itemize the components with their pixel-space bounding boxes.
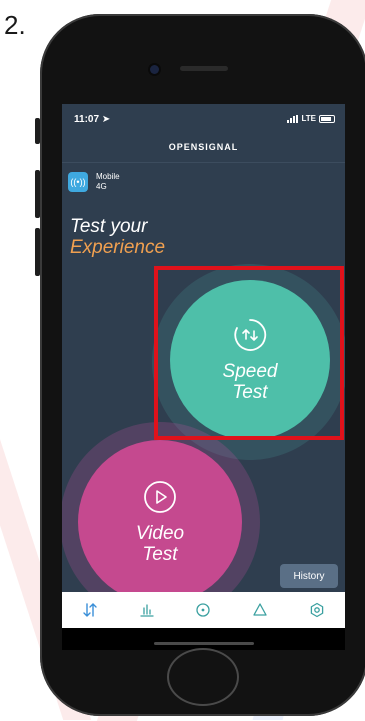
- status-time: 11:07 ➤: [74, 114, 110, 125]
- network-generation: 4G: [96, 182, 107, 191]
- settings-icon: [310, 602, 323, 618]
- status-time-text: 11:07: [74, 114, 100, 125]
- play-icon: [144, 481, 176, 513]
- home-indicator: [154, 642, 254, 645]
- step-label: 2.: [4, 10, 26, 40]
- tab-alerts[interactable]: [245, 595, 275, 625]
- home-button[interactable]: [167, 648, 239, 706]
- speed-test-highlight-box: [154, 266, 344, 440]
- network-type: LTE: [301, 114, 316, 123]
- bottom-bezel: [62, 628, 345, 650]
- status-bar: 11:07 ➤ LTE: [62, 104, 345, 134]
- video-test-label: Video Test: [136, 523, 184, 565]
- network-text: Mobile 4G: [96, 172, 120, 192]
- tab-speed[interactable]: [75, 595, 105, 625]
- video-test-button[interactable]: Video Test: [78, 440, 242, 604]
- network-mode: Mobile: [96, 172, 120, 181]
- headline-accent: Experience: [70, 237, 166, 258]
- video-test-label-line1: Video: [135, 523, 185, 544]
- headline-line1: Test your: [70, 216, 148, 237]
- signal-bars-icon: [287, 114, 299, 123]
- triangle-icon: [253, 603, 267, 616]
- tab-settings[interactable]: [302, 595, 332, 625]
- video-test-label-line2: Test: [142, 544, 178, 565]
- location-arrow-icon: ➤: [101, 114, 111, 125]
- app-logo: OPENSIGNAL: [168, 142, 239, 152]
- headline: Test your Experience: [70, 216, 165, 258]
- header-divider: [62, 162, 345, 163]
- status-indicators: LTE: [287, 114, 335, 123]
- earpiece-speaker: [180, 66, 228, 71]
- history-button[interactable]: History: [280, 564, 338, 588]
- tab-coverage[interactable]: [188, 595, 218, 625]
- bar-chart-icon: [140, 604, 154, 617]
- speed-arrows-icon: [83, 603, 97, 617]
- tab-bar: [62, 592, 345, 628]
- tab-stats[interactable]: [132, 595, 162, 625]
- map-pin-icon: [196, 603, 211, 617]
- front-camera: [150, 65, 159, 74]
- battery-icon: [319, 114, 335, 123]
- cell-signal-icon: ((•)): [68, 172, 88, 192]
- network-info: ((•)) Mobile 4G: [68, 172, 120, 192]
